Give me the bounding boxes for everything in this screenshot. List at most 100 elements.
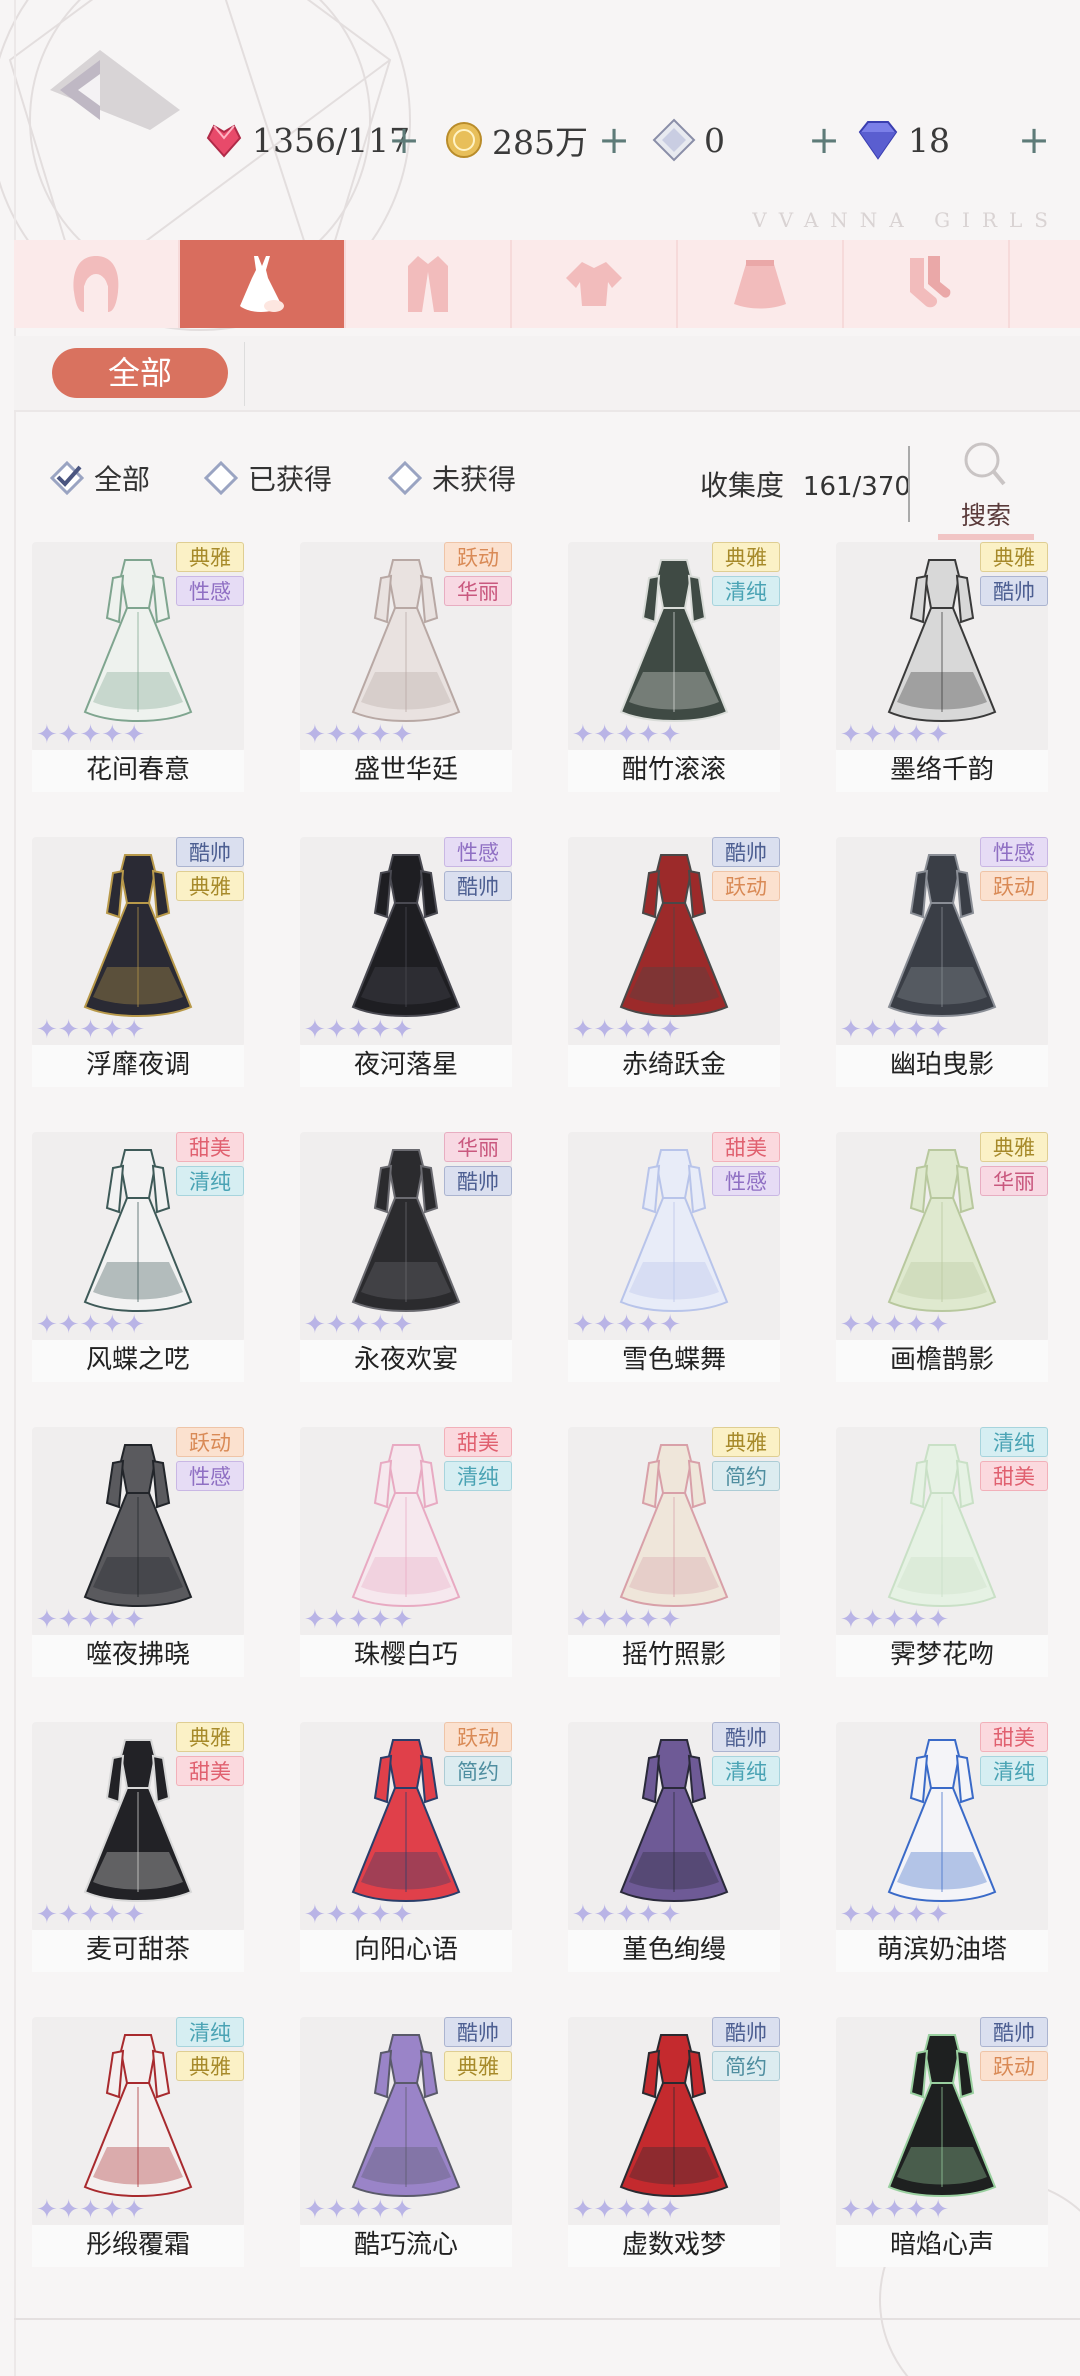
style-tag: 跃动 [980, 871, 1048, 901]
crystal-value: 0 [704, 120, 725, 160]
outfit-name: 萌滨奶油塔 [836, 1930, 1048, 1972]
outfit-card[interactable]: 典雅 性感 ✦ ✦ ✦ ✦ ✦ 花间春意 [32, 542, 244, 794]
tab-socks[interactable] [844, 240, 1010, 328]
coat-icon [408, 256, 448, 312]
coin-counter: 285万 [444, 114, 588, 166]
tab-coat[interactable] [346, 240, 512, 328]
hair-icon [73, 256, 119, 312]
style-tag: 清纯 [980, 1427, 1048, 1457]
filter-all-checkbox[interactable]: 全部 [50, 458, 150, 498]
subcategory-row: 全部 [14, 336, 1080, 412]
style-tag: 跃动 [176, 1427, 244, 1457]
filter-not-owned-label: 未获得 [432, 463, 517, 496]
tab-dress[interactable] [180, 240, 346, 328]
style-tag: 清纯 [176, 1166, 244, 1196]
star-icon: ✦ [347, 1310, 370, 1340]
style-tag: 清纯 [176, 2017, 244, 2047]
diamond-counter: 18 [856, 114, 950, 166]
outfit-card[interactable]: 酷帅 简约 ✦ ✦ ✦ ✦ ✦ 虚数戏梦 [568, 2017, 780, 2269]
star-icon: ✦ [861, 1605, 884, 1635]
tab-top[interactable] [512, 240, 678, 328]
outfit-card[interactable]: 性感 跃动 ✦ ✦ ✦ ✦ ✦ 幽珀曳影 [836, 837, 1048, 1089]
outfit-card[interactable]: 酷帅 典雅 ✦ ✦ ✦ ✦ ✦ 酷巧流心 [300, 2017, 512, 2269]
outfit-card[interactable]: 典雅 简约 ✦ ✦ ✦ ✦ ✦ 摇竹照影 [568, 1427, 780, 1679]
search-button[interactable]: 搜索 [938, 436, 1034, 540]
style-tag: 典雅 [176, 871, 244, 901]
filter-not-owned-checkbox[interactable]: 未获得 [388, 458, 516, 498]
star-icon: ✦ [593, 1900, 616, 1930]
star-icon: ✦ [637, 1310, 660, 1340]
stamina-add-button[interactable]: + [384, 114, 424, 166]
outfit-name: 暗焰心声 [836, 2225, 1048, 2267]
star-icon: ✦ [905, 1900, 928, 1930]
star-icon: ✦ [101, 720, 124, 750]
star-icon: ✦ [593, 2195, 616, 2225]
star-icon: ✦ [101, 1310, 124, 1340]
star-icon: ✦ [79, 2195, 102, 2225]
style-tag: 清纯 [980, 1756, 1048, 1786]
outfit-card[interactable]: 甜美 清纯 ✦ ✦ ✦ ✦ ✦ 风蝶之呓 [32, 1132, 244, 1384]
diamond-add-button[interactable]: + [1014, 114, 1054, 166]
outfit-card[interactable]: 酷帅 跃动 ✦ ✦ ✦ ✦ ✦ 赤绮跃金 [568, 837, 780, 1089]
outfit-card[interactable]: 酷帅 典雅 ✦ ✦ ✦ ✦ ✦ 浮靡夜调 [32, 837, 244, 1089]
star-icon: ✦ [905, 1605, 928, 1635]
star-icon: ✦ [325, 1015, 348, 1045]
star-rating: ✦ ✦ ✦ ✦ ✦ [572, 1902, 681, 1928]
outfit-name: 向阳心语 [300, 1930, 512, 1972]
diamond-value: 18 [908, 120, 950, 160]
style-tag: 典雅 [980, 542, 1048, 572]
outfit-card[interactable]: 华丽 酷帅 ✦ ✦ ✦ ✦ ✦ 永夜欢宴 [300, 1132, 512, 1384]
outfit-card[interactable]: 甜美 清纯 ✦ ✦ ✦ ✦ ✦ 萌滨奶油塔 [836, 1722, 1048, 1974]
star-icon: ✦ [123, 1310, 145, 1340]
style-tag: 性感 [444, 837, 512, 867]
outfit-card[interactable]: 典雅 甜美 ✦ ✦ ✦ ✦ ✦ 麦可甜茶 [32, 1722, 244, 1974]
outfit-card[interactable]: 甜美 清纯 ✦ ✦ ✦ ✦ ✦ 珠樱白巧 [300, 1427, 512, 1679]
star-icon: ✦ [615, 1900, 638, 1930]
style-tag: 性感 [176, 1461, 244, 1491]
outfit-card[interactable]: 性感 酷帅 ✦ ✦ ✦ ✦ ✦ 夜河落星 [300, 837, 512, 1089]
tab-hair[interactable] [14, 240, 180, 328]
tab-skirt[interactable] [678, 240, 844, 328]
filter-owned-checkbox[interactable]: 已获得 [204, 458, 332, 498]
star-rating: ✦ ✦ ✦ ✦ ✦ [572, 2197, 681, 2223]
star-rating: ✦ ✦ ✦ ✦ ✦ [304, 1607, 413, 1633]
outfit-card[interactable]: 甜美 性感 ✦ ✦ ✦ ✦ ✦ 雪色蝶舞 [568, 1132, 780, 1384]
star-icon: ✦ [304, 2195, 326, 2225]
star-rating: ✦ ✦ ✦ ✦ ✦ [36, 1607, 145, 1633]
outfit-card[interactable]: 典雅 酷帅 ✦ ✦ ✦ ✦ ✦ 墨络千韵 [836, 542, 1048, 794]
star-icon: ✦ [905, 2195, 928, 2225]
star-icon: ✦ [369, 1015, 392, 1045]
outfit-name: 噬夜拂晓 [32, 1635, 244, 1677]
outfit-card[interactable]: 跃动性感 ✦ ✦ ✦ ✦ ✦ 噬夜拂晓 [32, 1427, 244, 1679]
crystal-add-button[interactable]: + [804, 114, 844, 166]
subcategory-all-button[interactable]: 全部 [52, 348, 228, 398]
style-tag: 酷帅 [980, 576, 1048, 606]
star-icon: ✦ [905, 1310, 928, 1340]
coin-add-button[interactable]: + [594, 114, 634, 166]
outfit-card[interactable]: 典雅 清纯 ✦ ✦ ✦ ✦ ✦ 酣竹滚滚 [568, 542, 780, 794]
star-icon: ✦ [659, 1900, 681, 1930]
star-icon: ✦ [57, 1310, 80, 1340]
outfit-card[interactable]: 清纯 典雅 ✦ ✦ ✦ ✦ ✦ 彤缎覆霜 [32, 2017, 244, 2269]
star-rating: ✦ ✦ ✦ ✦ ✦ [572, 1607, 681, 1633]
star-icon: ✦ [840, 1310, 862, 1340]
star-rating: ✦ ✦ ✦ ✦ ✦ [304, 2197, 413, 2223]
style-tag: 酷帅 [712, 837, 780, 867]
outfit-card[interactable]: 典雅 华丽 ✦ ✦ ✦ ✦ ✦ 画檐鹊影 [836, 1132, 1048, 1384]
outfit-name: 虚数戏梦 [568, 2225, 780, 2267]
star-icon: ✦ [637, 1900, 660, 1930]
outfit-card[interactable]: 跃动 简约 ✦ ✦ ✦ ✦ ✦ 向阳心语 [300, 1722, 512, 1974]
star-icon: ✦ [883, 720, 906, 750]
star-icon: ✦ [304, 720, 326, 750]
outfit-card[interactable]: 酷帅 清纯 ✦ ✦ ✦ ✦ ✦ 堇色绚缦 [568, 1722, 780, 1974]
subcategory-divider [244, 342, 245, 406]
outfit-card[interactable]: 跃动 华丽 ✦ ✦ ✦ ✦ ✦ 盛世华廷 [300, 542, 512, 794]
star-icon: ✦ [79, 1605, 102, 1635]
outfit-card[interactable]: 酷帅 跃动 ✦ ✦ ✦ ✦ ✦ 暗焰心声 [836, 2017, 1048, 2269]
outfit-card[interactable]: 清纯 甜美 ✦ ✦ ✦ ✦ ✦ 霁梦花吻 [836, 1427, 1048, 1679]
coin-icon [446, 122, 482, 158]
star-icon: ✦ [927, 720, 949, 750]
diamond-icon [858, 121, 898, 160]
star-icon: ✦ [883, 1900, 906, 1930]
star-icon: ✦ [369, 1605, 392, 1635]
